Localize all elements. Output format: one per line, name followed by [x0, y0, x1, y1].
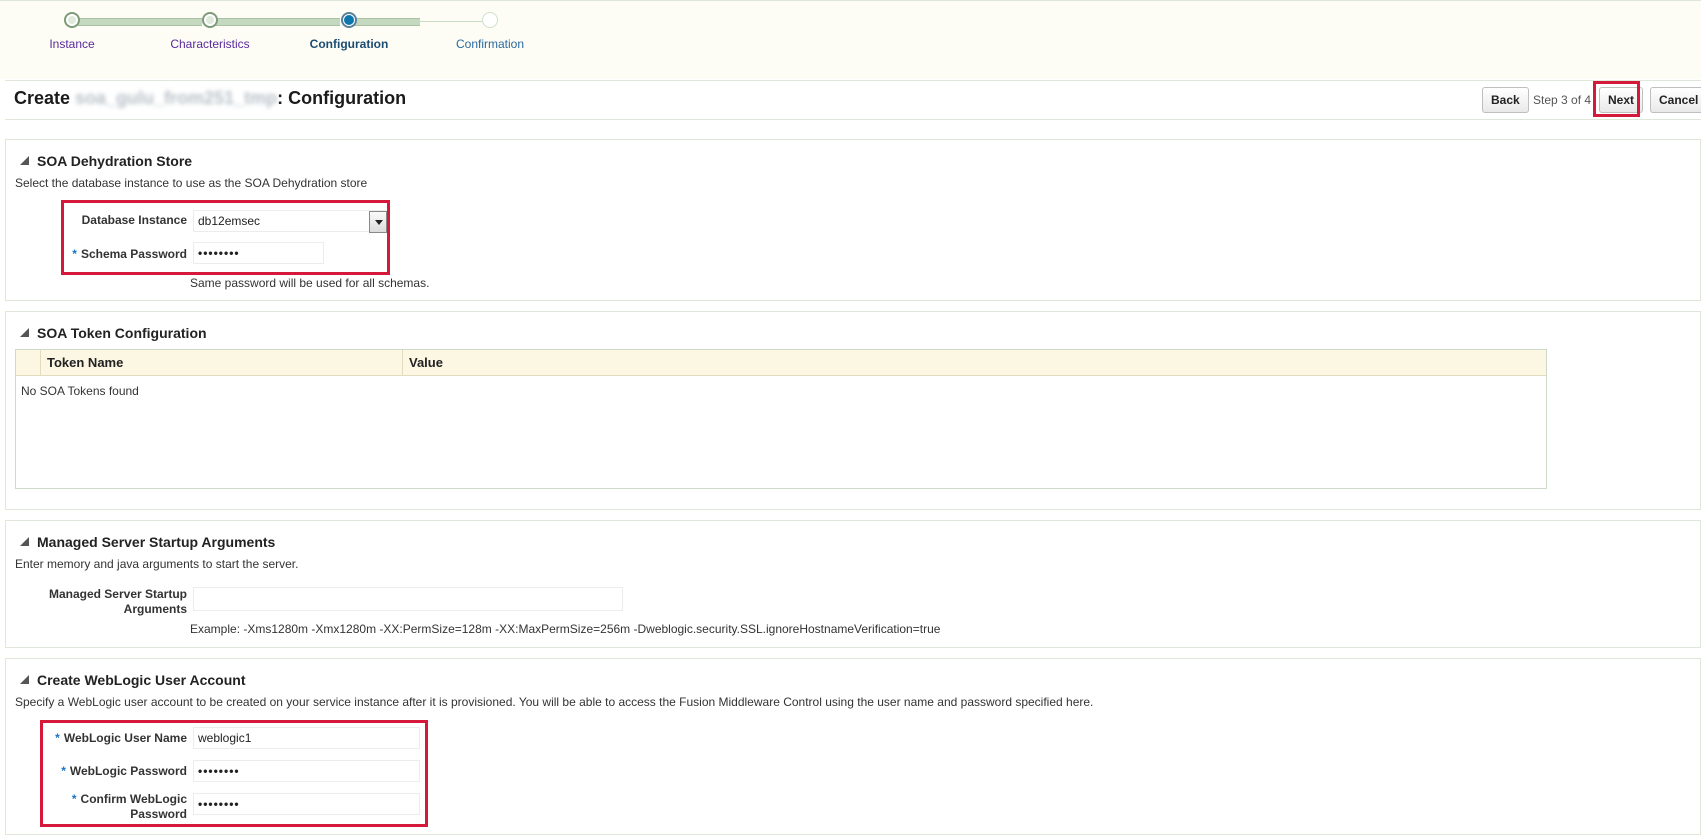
section-title: Create WebLogic User Account: [37, 672, 246, 688]
section-startup-arguments: Managed Server Startup Arguments Enter m…: [5, 520, 1701, 648]
section-heading[interactable]: SOA Dehydration Store: [20, 153, 192, 169]
startup-arguments-label: Managed Server Startup Arguments: [26, 587, 187, 617]
schema-password-input[interactable]: ••••••••: [193, 242, 324, 264]
train-stop-characteristics[interactable]: [202, 12, 218, 28]
section-dehydration-store: SOA Dehydration Store Select the databas…: [5, 139, 1701, 301]
section-title: SOA Token Configuration: [37, 325, 207, 341]
collapse-icon[interactable]: [20, 537, 29, 546]
train-stop-configuration: [341, 12, 357, 28]
section-token-configuration: SOA Token Configuration Token Name Value…: [5, 311, 1701, 510]
collapse-icon[interactable]: [20, 328, 29, 337]
weblogic-user-text: WebLogic User Name: [63, 731, 187, 745]
label-line: Confirm WebLogic: [80, 792, 187, 806]
label-line: Arguments: [123, 602, 187, 616]
dropdown-arrow-icon[interactable]: [369, 211, 387, 233]
back-button[interactable]: Back: [1482, 87, 1529, 113]
section-heading[interactable]: SOA Token Configuration: [20, 325, 207, 341]
section-heading[interactable]: Managed Server Startup Arguments: [20, 534, 275, 550]
train-stop-instance[interactable]: [64, 12, 80, 28]
train-connector: [350, 18, 420, 26]
section-weblogic-account: Create WebLogic User Account Specify a W…: [5, 658, 1701, 835]
train-label-configuration: Configuration: [309, 37, 389, 51]
database-instance-select[interactable]: db12emsec: [193, 210, 388, 233]
title-suffix: : Configuration: [277, 88, 407, 108]
label-line: Password: [130, 807, 187, 821]
required-icon: *: [55, 731, 60, 745]
column-header-value[interactable]: Value: [402, 350, 1546, 375]
section-title: SOA Dehydration Store: [37, 153, 193, 169]
startup-arguments-input[interactable]: [193, 587, 623, 611]
section-description: Specify a WebLogic user account to be cr…: [15, 695, 1094, 709]
page-title: Create soa_gulu_from251_tmp: Configurati…: [14, 88, 406, 109]
section-description: Select the database instance to use as t…: [15, 176, 368, 190]
required-icon: *: [61, 764, 66, 778]
train-label-characteristics[interactable]: Characteristics: [170, 37, 249, 51]
section-heading[interactable]: Create WebLogic User Account: [20, 672, 246, 688]
train-connector: [210, 18, 340, 26]
train-stop-confirmation: [482, 12, 498, 28]
password-hint: Same password will be used for all schem…: [190, 276, 430, 290]
weblogic-password-text: WebLogic Password: [69, 764, 187, 778]
next-button[interactable]: Next: [1599, 87, 1644, 113]
database-instance-label: Database Instance: [81, 213, 187, 227]
collapse-icon[interactable]: [20, 156, 29, 165]
confirm-password-input[interactable]: ••••••••: [193, 793, 420, 815]
weblogic-password-label: * WebLogic Password: [46, 764, 187, 778]
train-label-confirmation: Confirmation: [455, 37, 525, 51]
table-header: Token Name Value: [16, 350, 1546, 376]
train-connector: [72, 18, 202, 26]
progress-train: Instance Characteristics Configuration C…: [0, 0, 1701, 79]
label-line: Managed Server Startup: [48, 587, 187, 601]
cancel-button[interactable]: Cancel: [1650, 87, 1701, 113]
step-indicator: Step 3 of 4: [1533, 93, 1592, 107]
section-title: Managed Server Startup Arguments: [37, 534, 276, 550]
page-header: Create soa_gulu_from251_tmp: Configurati…: [5, 80, 1701, 120]
schema-password-label: * Schema Password: [61, 247, 187, 261]
required-icon: *: [72, 247, 77, 261]
column-header-token-name[interactable]: Token Name: [40, 350, 402, 375]
database-instance-value: db12emsec: [198, 214, 261, 228]
train-connector: [420, 21, 488, 22]
title-prefix: Create: [14, 88, 76, 108]
train-label-instance[interactable]: Instance: [49, 37, 94, 51]
collapse-icon[interactable]: [20, 675, 29, 684]
empty-table-message: No SOA Tokens found: [21, 384, 139, 398]
startup-example: Example: -Xms1280m -Xmx1280m -XX:PermSiz…: [190, 622, 941, 636]
schema-password-text: Schema Password: [80, 247, 187, 261]
token-table: Token Name Value No SOA Tokens found: [15, 349, 1547, 489]
weblogic-password-input[interactable]: ••••••••: [193, 760, 420, 782]
weblogic-user-input[interactable]: weblogic1: [193, 727, 420, 749]
instance-name: soa_gulu_from251_tmp: [75, 88, 278, 108]
confirm-password-label: * Confirm WebLogic Password: [46, 792, 187, 822]
required-icon: *: [71, 792, 77, 806]
section-description: Enter memory and java arguments to start…: [15, 557, 299, 571]
weblogic-user-label: * WebLogic User Name: [46, 731, 187, 745]
